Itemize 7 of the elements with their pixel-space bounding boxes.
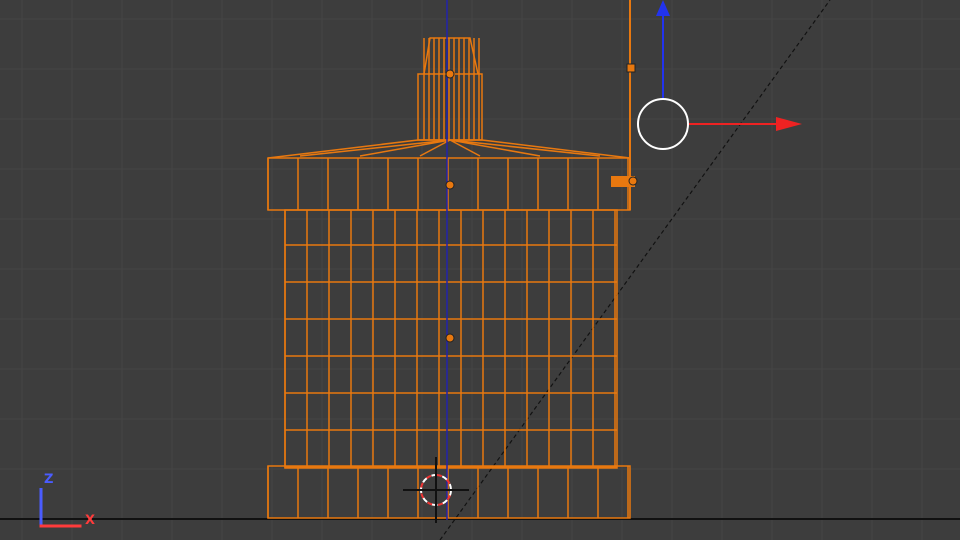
3d-cursor-icon	[402, 456, 470, 524]
mesh-wireframe-drawing[interactable]	[267, 37, 631, 519]
lamp-drawing[interactable]	[611, 0, 638, 210]
3d-viewport[interactable]: Z X	[0, 0, 960, 540]
axis-label: X	[85, 513, 96, 528]
axis-label: Z	[44, 472, 54, 487]
transform-gizmo-drawing[interactable]	[637, 0, 802, 150]
